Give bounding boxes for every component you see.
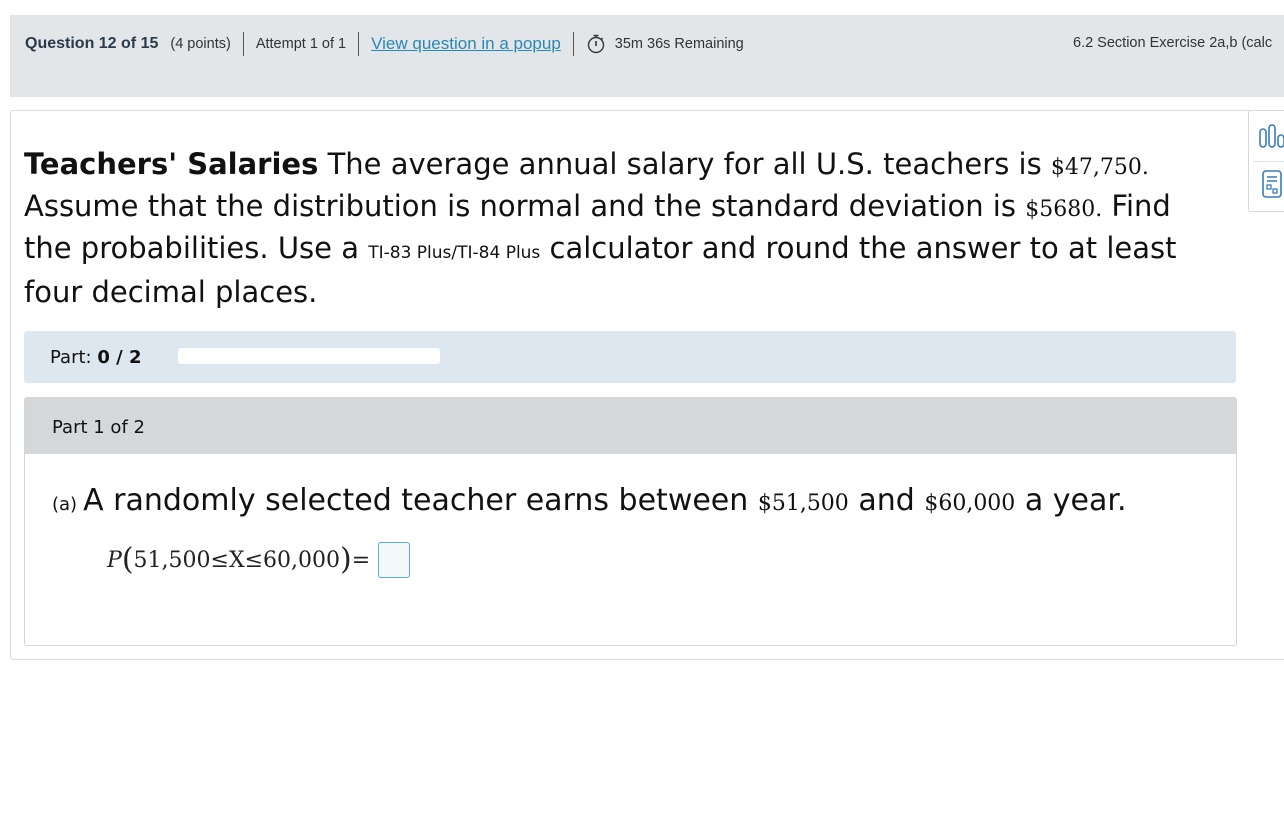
view-popup-link[interactable]: View question in a popup bbox=[371, 34, 561, 54]
time-remaining: 35m 36s Remaining bbox=[614, 36, 744, 52]
part-a-question: (a) A randomly selected teacher earns bet… bbox=[52, 483, 1126, 518]
part-a-text-1: A randomly selected teacher earns betwee… bbox=[83, 483, 758, 518]
attempt-count: Attempt 1 of 1 bbox=[255, 36, 347, 52]
toolbar-divider bbox=[1253, 161, 1284, 162]
intro-text-2: Assume that the distribution is normal a… bbox=[24, 189, 1026, 223]
part-a-text-3: a year. bbox=[1015, 483, 1127, 518]
answer-input[interactable] bbox=[378, 542, 411, 578]
points-value: (4 points) bbox=[170, 36, 231, 52]
part-progress-bar: Part: 0 / 2 bbox=[24, 331, 1236, 383]
side-toolbar bbox=[1248, 110, 1284, 212]
probability-formula: P ( 51,500≤X≤60,000 ) = bbox=[107, 542, 411, 578]
part-letter: (a) bbox=[52, 494, 78, 515]
part-section: Part 1 of 2 (a) A randomly selected teach… bbox=[24, 397, 1237, 646]
divider bbox=[242, 32, 244, 56]
question-intro: Teachers' Salaries The average annual sa… bbox=[24, 145, 1224, 312]
question-header: Question 12 of 15 (4 points) Attempt 1 o… bbox=[10, 15, 1284, 97]
mean-value: $47,750. bbox=[1050, 155, 1149, 180]
formula-p: P bbox=[107, 547, 122, 573]
statistics-chart-icon[interactable] bbox=[1259, 123, 1284, 153]
high-value: $60,000 bbox=[924, 491, 1016, 516]
progress-track bbox=[178, 348, 440, 364]
part-heading-text: Part 1 of 2 bbox=[52, 417, 145, 438]
part-progress-value: 0 / 2 bbox=[97, 347, 142, 368]
part-a-text-2: and bbox=[848, 483, 925, 518]
formula-equals: = bbox=[351, 547, 371, 573]
header-info-row: Question 12 of 15 (4 points) Attempt 1 o… bbox=[25, 32, 744, 56]
low-value: $51,500 bbox=[757, 491, 849, 516]
part-heading: Part 1 of 2 bbox=[25, 398, 1236, 454]
calculator-icon[interactable] bbox=[1259, 169, 1284, 199]
intro-text-1: The average annual salary for all U.S. t… bbox=[318, 147, 1051, 181]
calculator-name: TI-83 Plus/TI-84 Plus bbox=[368, 243, 541, 263]
divider bbox=[572, 32, 574, 56]
sd-value: $5680. bbox=[1025, 197, 1103, 222]
question-number: Question 12 of 15 bbox=[25, 35, 159, 52]
part-progress-label: Part: 0 / 2 bbox=[50, 347, 142, 368]
right-paren: ) bbox=[340, 542, 352, 577]
exercise-label: 6.2 Section Exercise 2a,b (calc bbox=[1073, 35, 1273, 51]
stopwatch-icon bbox=[587, 34, 604, 54]
left-paren: ( bbox=[121, 542, 134, 577]
divider bbox=[358, 32, 360, 56]
formula-body: 51,500≤X≤60,000 bbox=[133, 547, 341, 573]
part-label-text: Part: bbox=[50, 347, 92, 368]
intro-title: Teachers' Salaries bbox=[24, 147, 319, 181]
